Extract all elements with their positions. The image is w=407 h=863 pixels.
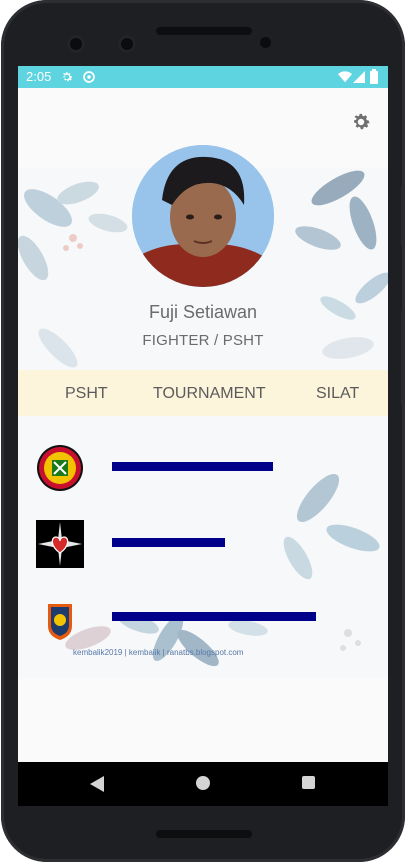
tab-tournament[interactable]: TOURNAMENT bbox=[153, 385, 266, 403]
power-button bbox=[401, 185, 405, 247]
proximity-sensor bbox=[260, 37, 271, 48]
background-watermark: kembalik2019 | kembalik | ranatbs.blogsp… bbox=[73, 648, 244, 657]
home-circle-icon[interactable] bbox=[196, 776, 210, 790]
shield-emblem-icon[interactable] bbox=[36, 596, 84, 644]
volume-button bbox=[401, 310, 405, 405]
app-screen: 2:05 Fuji Setiawan FIGHTER / PSHT PSHT T… bbox=[18, 66, 388, 806]
navigation-bar bbox=[18, 762, 388, 806]
back-triangle-icon[interactable] bbox=[90, 776, 104, 792]
front-camera-left bbox=[67, 35, 85, 53]
status-bar: 2:05 bbox=[18, 66, 388, 88]
status-time: 2:05 bbox=[26, 69, 52, 84]
bottom-speaker bbox=[156, 830, 252, 838]
profile-role: FIGHTER / PSHT bbox=[142, 332, 264, 349]
tab-bar: PSHT TOURNAMENT SILAT bbox=[18, 370, 388, 416]
profile-photo bbox=[132, 145, 274, 287]
heart-star-emblem-icon[interactable] bbox=[36, 520, 84, 568]
tab-silat[interactable]: SILAT bbox=[316, 385, 359, 403]
front-camera-right bbox=[118, 35, 136, 53]
item-bar-1 bbox=[112, 462, 273, 471]
tab-psht[interactable]: PSHT bbox=[65, 385, 108, 403]
wifi-icon bbox=[338, 71, 352, 83]
recent-square-icon[interactable] bbox=[302, 776, 315, 789]
item-bar-2 bbox=[112, 538, 225, 547]
signal-icon bbox=[353, 71, 365, 83]
settings-icon bbox=[63, 72, 73, 82]
battery-icon bbox=[370, 69, 378, 84]
earpiece-speaker bbox=[156, 27, 252, 35]
avatar[interactable] bbox=[132, 145, 274, 287]
item-bar-3 bbox=[112, 612, 316, 621]
psht-emblem-icon[interactable] bbox=[36, 444, 84, 492]
sync-icon bbox=[83, 71, 95, 83]
profile-name: Fuji Setiawan bbox=[148, 302, 258, 322]
gear-icon[interactable] bbox=[350, 111, 372, 133]
